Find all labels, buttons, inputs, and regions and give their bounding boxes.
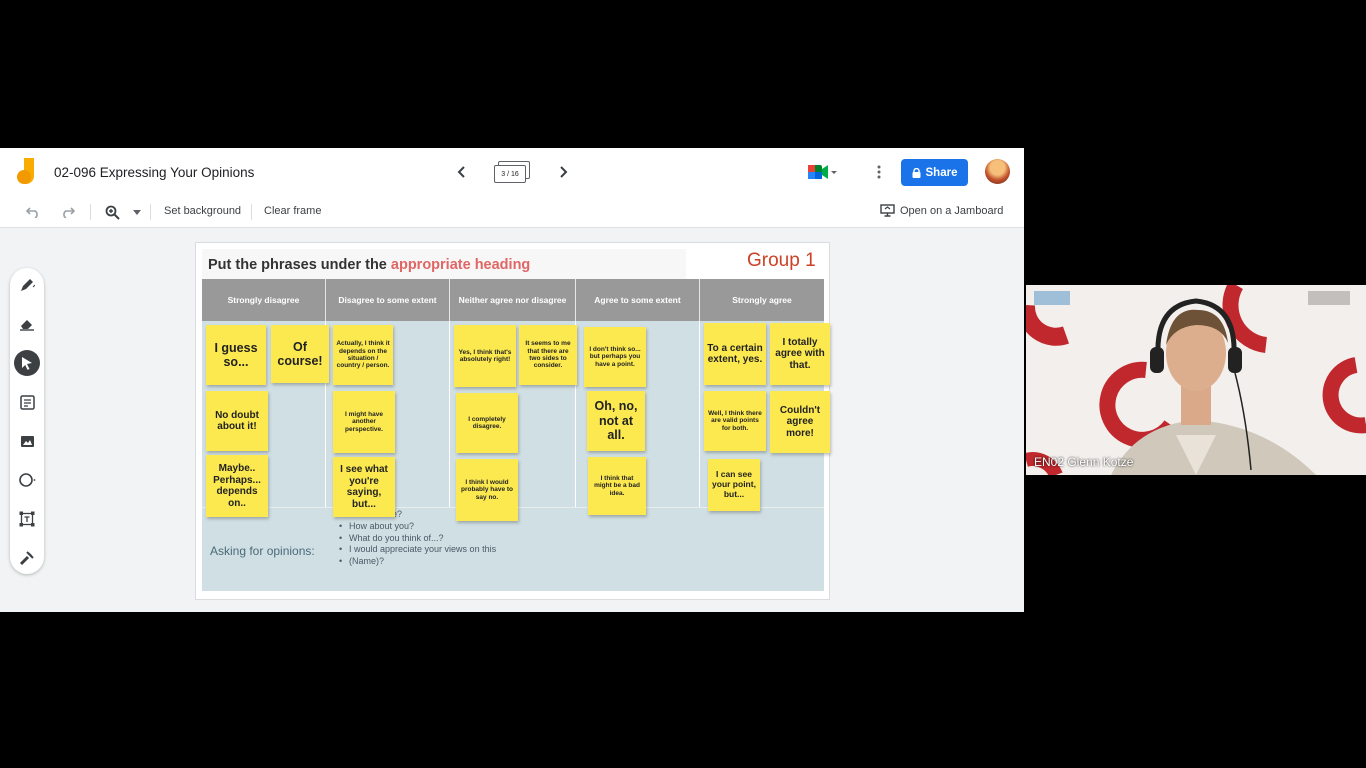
- frame-counter: 3 / 16: [494, 165, 526, 183]
- eraser-icon: [20, 320, 34, 331]
- participant-video-tile[interactable]: EN02 Glenn Kotze: [1026, 285, 1366, 475]
- sticky-note[interactable]: It seems to me that there are two sides …: [519, 325, 577, 385]
- sticky-note[interactable]: I think I would probably have to say no.: [456, 459, 518, 521]
- screen: 02-096 Expressing Your Opinions 3 / 16 S…: [0, 0, 1366, 768]
- redo-icon: [63, 207, 75, 218]
- pen-tool-button[interactable]: [14, 272, 40, 298]
- sticky-note[interactable]: I see what you're saying, but...: [333, 457, 395, 517]
- heading-highlight: appropriate heading: [390, 257, 531, 273]
- sticky-note[interactable]: No doubt about it!: [206, 391, 268, 451]
- frame-heading: Put the phrases under the appropriate he…: [208, 257, 530, 273]
- participant-name: EN02 Glenn Kotze: [1034, 455, 1134, 469]
- document-title[interactable]: 02-096 Expressing Your Opinions: [54, 165, 254, 180]
- list-item: (Name)?: [338, 556, 496, 568]
- sticky-note[interactable]: I guess so...: [206, 325, 266, 385]
- sticky-note[interactable]: I think that might be a bad idea.: [588, 457, 646, 515]
- meet-button[interactable]: [806, 161, 840, 183]
- select-tool-button[interactable]: [14, 350, 40, 376]
- sticky-note[interactable]: Of course!: [271, 325, 329, 383]
- cast-screen-icon: [880, 204, 895, 217]
- jam-frame[interactable]: Put the phrases under the appropriate he…: [195, 242, 830, 600]
- undo-icon: [26, 207, 38, 218]
- column-heading-strongly-disagree: Strongly disagree: [202, 279, 326, 321]
- google-meet-icon: [808, 165, 837, 179]
- pen-icon: [21, 279, 35, 291]
- sticky-note[interactable]: I might have another perspective.: [333, 391, 395, 453]
- chevron-left-icon: [457, 166, 465, 178]
- more-vert-icon: [877, 165, 881, 179]
- frame-toolbar: Set background Clear frame Open on a Jam…: [0, 196, 1024, 228]
- column-heading-strongly-agree: Strongly agree: [700, 279, 824, 321]
- sticky-note[interactable]: Oh, no, not at all.: [587, 391, 645, 451]
- open-on-jamboard-button[interactable]: Open on a Jamboard: [880, 204, 1003, 217]
- heading-text: Put the phrases under the: [208, 257, 391, 273]
- lock-icon: [912, 167, 921, 178]
- laser-pointer-icon: [19, 551, 34, 566]
- sticky-note[interactable]: Well, I think there are valid points for…: [704, 391, 766, 451]
- sticky-note[interactable]: I don't think so... but perhaps you have…: [584, 327, 646, 387]
- group-label: Group 1: [747, 250, 816, 271]
- share-label: Share: [925, 166, 958, 179]
- zoom-in-icon: [105, 205, 120, 220]
- jamboard-logo-icon[interactable]: [16, 158, 38, 186]
- toolbar-divider: [150, 204, 151, 220]
- sticky-note-tool-button[interactable]: [14, 389, 40, 415]
- clear-frame-button[interactable]: Clear frame: [264, 205, 321, 217]
- chevron-right-icon: [560, 166, 568, 178]
- sticky-note[interactable]: I totally agree with that.: [770, 323, 830, 385]
- sticky-note[interactable]: I can see your point, but...: [708, 459, 760, 511]
- sticky-note[interactable]: Maybe.. Perhaps... depends on..: [206, 455, 268, 517]
- list-item: How about you?: [338, 521, 496, 533]
- asking-opinions-label: Asking for opinions:: [210, 544, 315, 558]
- sticky-note[interactable]: Yes, I think that's absolutely right!: [454, 325, 516, 387]
- list-item: What do you think of...?: [338, 533, 496, 545]
- image-tool-button[interactable]: [14, 428, 40, 454]
- image-icon: [20, 435, 34, 447]
- caret-down-icon: [133, 209, 141, 215]
- account-avatar[interactable]: [985, 159, 1010, 184]
- toolbar-divider: [251, 204, 252, 220]
- zoom-dropdown-button[interactable]: [128, 203, 146, 221]
- shape-tool-button[interactable]: [14, 467, 40, 493]
- column-heading-neither: Neither agree nor disagree: [450, 279, 576, 321]
- cursor-arrow-icon: [22, 357, 32, 370]
- sticky-note[interactable]: I completely disagree.: [456, 393, 518, 453]
- eraser-tool-button[interactable]: [14, 311, 40, 337]
- zoom-button[interactable]: [103, 203, 121, 221]
- text-box-tool-button[interactable]: [14, 506, 40, 532]
- text-box-icon: [19, 511, 35, 527]
- top-bar: 02-096 Expressing Your Opinions 3 / 16 S…: [0, 148, 1024, 196]
- frame-bar-toggle[interactable]: 3 / 16: [494, 161, 530, 183]
- list-item: I would appreciate your views on this: [338, 544, 496, 556]
- next-frame-button[interactable]: [552, 161, 574, 183]
- jamboard-window: 02-096 Expressing Your Opinions 3 / 16 S…: [0, 148, 1024, 612]
- circle-shape-icon: [19, 473, 36, 487]
- tool-palette: [10, 268, 44, 574]
- column-heading-agree-some: Agree to some extent: [576, 279, 700, 321]
- set-background-button[interactable]: Set background: [164, 205, 241, 217]
- opinion-phrase-list: How about you? What do you think of...? …: [338, 521, 496, 567]
- sticky-note[interactable]: Couldn't agree more!: [770, 391, 830, 453]
- sticky-note[interactable]: To a certain extent, yes.: [704, 323, 766, 385]
- laser-tool-button[interactable]: [14, 545, 40, 571]
- toolbar-divider: [90, 204, 91, 220]
- column-heading-disagree-some: Disagree to some extent: [326, 279, 450, 321]
- open-on-jamboard-label: Open on a Jamboard: [900, 204, 1004, 217]
- share-button[interactable]: Share: [901, 159, 968, 186]
- sticky-note-icon: [19, 394, 35, 410]
- undo-button[interactable]: [24, 203, 42, 221]
- more-options-button[interactable]: [870, 161, 888, 183]
- previous-frame-button[interactable]: [451, 161, 473, 183]
- participant-video-feed: [1026, 285, 1366, 475]
- sticky-note[interactable]: Actually, I think it depends on the situ…: [333, 325, 393, 385]
- redo-button[interactable]: [59, 203, 77, 221]
